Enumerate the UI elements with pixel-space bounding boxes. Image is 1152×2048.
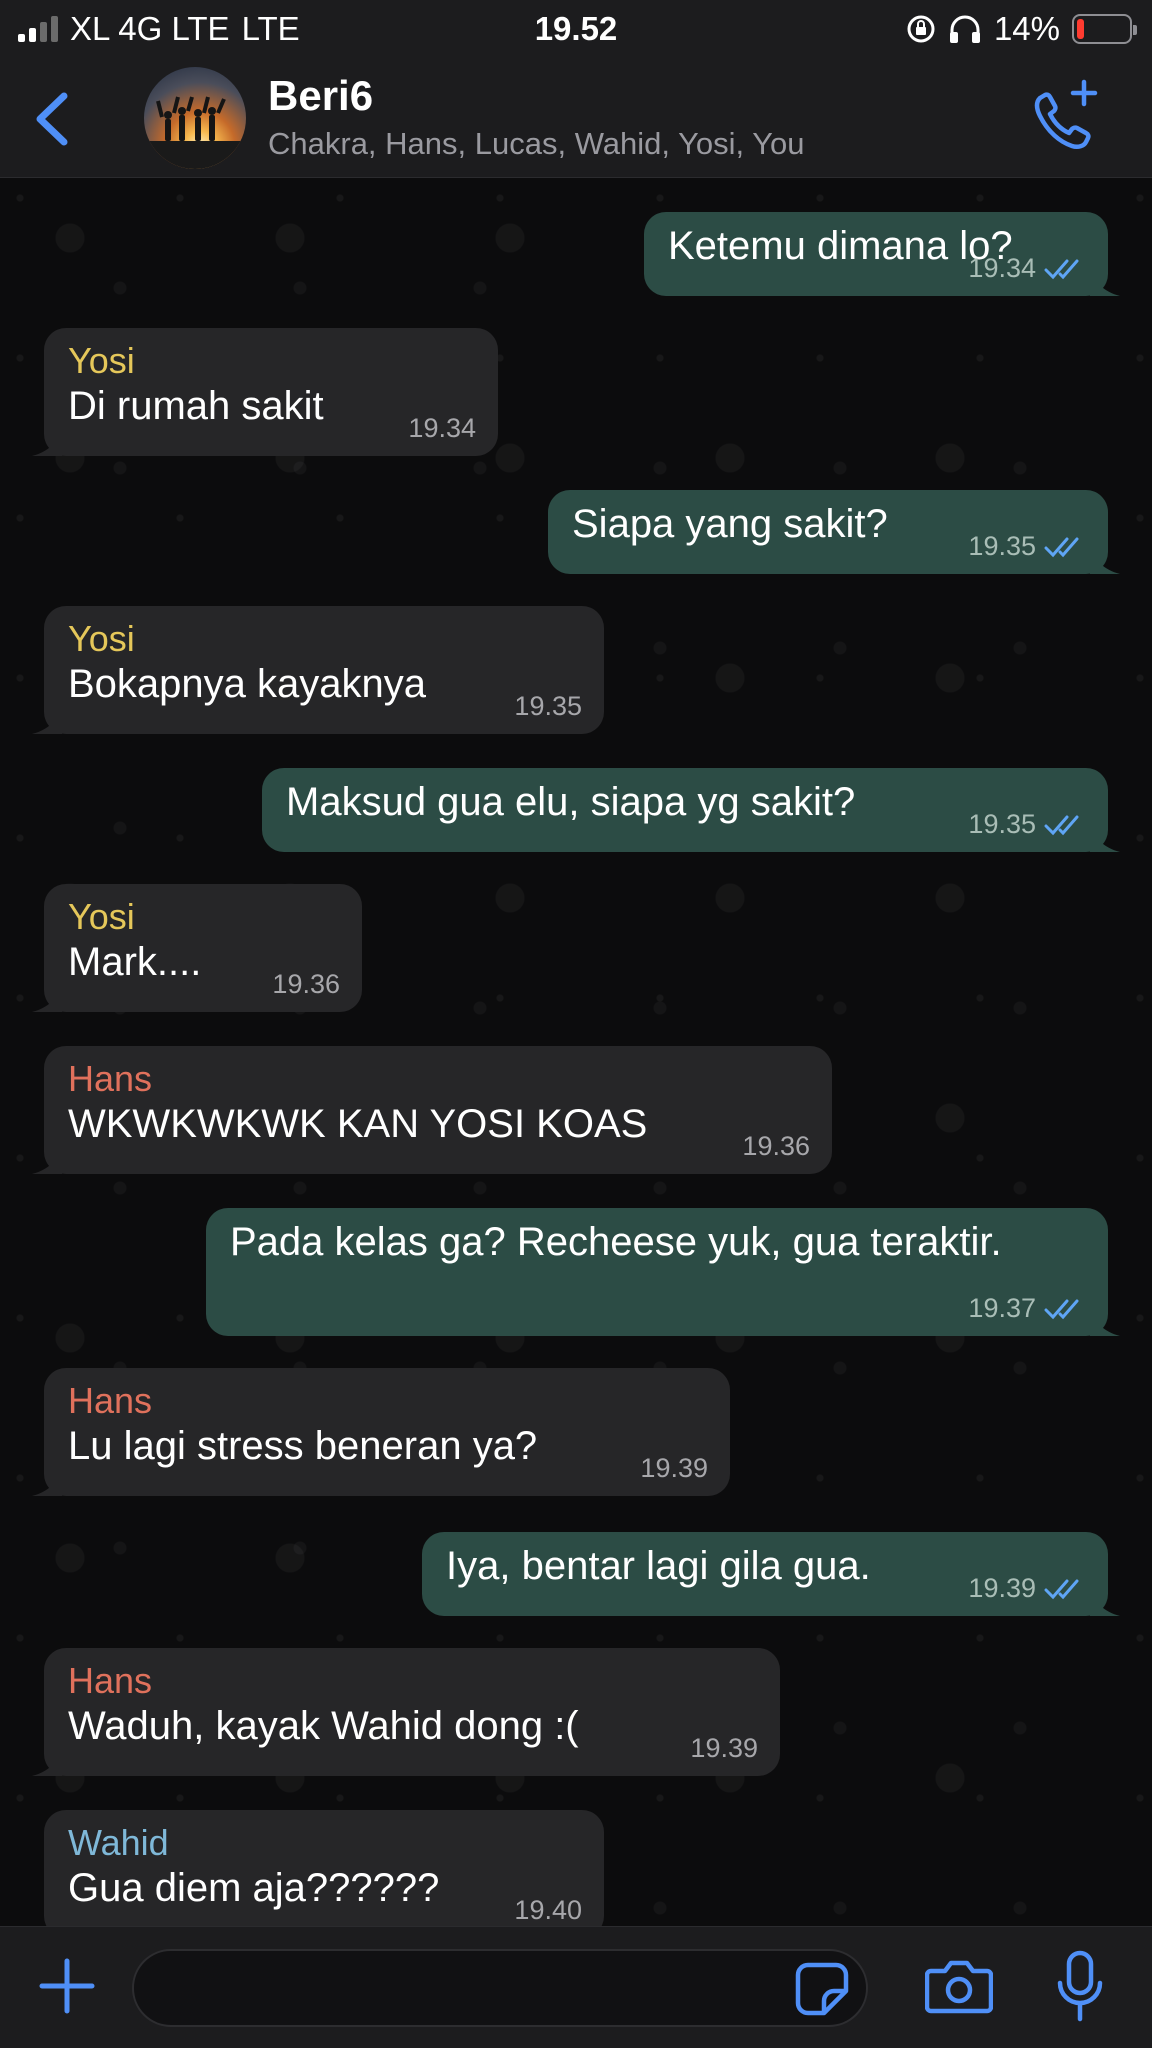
- battery-level: [1077, 19, 1084, 39]
- bubble-tail: [1090, 546, 1120, 574]
- read-receipt-icon: [1044, 815, 1079, 835]
- message-outgoing[interactable]: Ketemu dimana lo? 19.34: [644, 212, 1120, 296]
- group-photo-icon: [144, 96, 246, 169]
- message-sender: Hans: [68, 1660, 153, 1701]
- message-time: 19.36: [272, 969, 340, 999]
- message-text: Pada kelas ga? Recheese yuk, gua terakti…: [230, 1220, 1002, 1264]
- read-receipt-icon: [1044, 259, 1079, 279]
- chat-members[interactable]: Chakra, Hans, Lucas, Wahid, Yosi, You: [268, 126, 805, 162]
- bubble-tail: [32, 1748, 62, 1776]
- chat-header: Beri6 Chakra, Hans, Lucas, Wahid, Yosi, …: [0, 60, 1152, 178]
- message-time: 19.40: [514, 1895, 582, 1925]
- battery-percent: 14%: [993, 10, 1060, 47]
- bubble-tail: [1090, 824, 1120, 852]
- message-incoming[interactable]: Yosi Bokapnya kayaknya 19.35: [32, 606, 604, 734]
- message-input[interactable]: [132, 1949, 868, 2027]
- message-sender: Wahid: [68, 1822, 169, 1863]
- message-incoming[interactable]: Yosi Mark.... 19.36: [32, 884, 362, 1012]
- message-text: Lu lagi stress beneran ya?: [68, 1424, 538, 1468]
- message-time: 19.35: [514, 691, 582, 721]
- message-text: WKWKWKWK KAN YOSI KOAS: [68, 1102, 648, 1146]
- message-sender: Yosi: [68, 618, 135, 659]
- message-time: 19.37: [968, 1293, 1036, 1323]
- message-time: 19.35: [968, 809, 1036, 839]
- status-bar-right: 14%: [906, 10, 1137, 48]
- message-text: Maksud gua elu, siapa yg sakit?: [286, 780, 856, 824]
- message-time: 19.39: [640, 1453, 708, 1483]
- group-avatar[interactable]: [144, 67, 246, 169]
- message-sender: Hans: [68, 1058, 153, 1099]
- message-time: 19.34: [408, 413, 476, 443]
- message-incoming[interactable]: Yosi Di rumah sakit 19.34: [32, 328, 498, 456]
- bubble-tail: [32, 706, 62, 734]
- message-incoming[interactable]: Hans WKWKWKWK KAN YOSI KOAS 19.36: [32, 1046, 832, 1174]
- battery-icon: [1072, 14, 1137, 44]
- message-sender: Yosi: [68, 896, 135, 937]
- message-time: 19.34: [968, 253, 1036, 283]
- bubble-tail: [1090, 1308, 1120, 1336]
- plus-icon[interactable]: [38, 1957, 96, 2015]
- rotation-lock-icon: [907, 15, 935, 43]
- read-receipt-icon: [1044, 1299, 1079, 1319]
- message-time: 19.35: [968, 531, 1036, 561]
- chat-messages[interactable]: Ketemu dimana lo? 19.34 Yosi Di rumah sa…: [0, 178, 1152, 1926]
- camera-icon[interactable]: [925, 1955, 993, 2017]
- bubble-tail: [32, 1468, 62, 1496]
- bubble-tail: [32, 984, 62, 1012]
- message-text: Waduh, kayak Wahid dong :(: [68, 1704, 579, 1748]
- bubble-tail: [1090, 1588, 1120, 1616]
- message-input-bar: [0, 1926, 1152, 2048]
- status-bar: XL 4G LTE LTE 19.52 14%: [0, 0, 1152, 60]
- headphones-icon: [949, 15, 980, 43]
- message-incoming[interactable]: Hans Waduh, kayak Wahid dong :( 19.39: [32, 1648, 780, 1776]
- message-outgoing[interactable]: Siapa yang sakit? 19.35: [548, 490, 1120, 574]
- message-time: 19.39: [690, 1733, 758, 1763]
- message-sender: Hans: [68, 1380, 153, 1421]
- message-sender: Yosi: [68, 340, 135, 381]
- chevron-left-icon[interactable]: [28, 84, 76, 154]
- message-outgoing[interactable]: Maksud gua elu, siapa yg sakit? 19.35: [262, 768, 1120, 852]
- bubble-tail: [32, 1146, 62, 1174]
- add-call-icon[interactable]: [1024, 78, 1104, 158]
- read-receipt-icon: [1044, 1579, 1079, 1599]
- message-incoming[interactable]: Wahid Gua diem aja?????? 19.40: [44, 1810, 604, 1926]
- message-incoming[interactable]: Hans Lu lagi stress beneran ya? 19.39: [32, 1368, 730, 1496]
- message-text: Gua diem aja??????: [68, 1866, 440, 1910]
- message-outgoing[interactable]: Iya, bentar lagi gila gua. 19.39: [422, 1532, 1120, 1616]
- chat-title[interactable]: Beri6: [268, 72, 373, 120]
- read-receipt-icon: [1044, 537, 1079, 557]
- message-time: 19.36: [742, 1131, 810, 1161]
- bubble-tail: [32, 428, 62, 456]
- message-text: Bokapnya kayaknya: [68, 662, 427, 706]
- sticker-icon[interactable]: [794, 1961, 850, 2017]
- message-outgoing[interactable]: Pada kelas ga? Recheese yuk, gua terakti…: [206, 1208, 1120, 1336]
- message-time: 19.39: [968, 1573, 1036, 1603]
- bubble-tail: [1090, 268, 1120, 296]
- microphone-icon[interactable]: [1052, 1949, 1108, 2025]
